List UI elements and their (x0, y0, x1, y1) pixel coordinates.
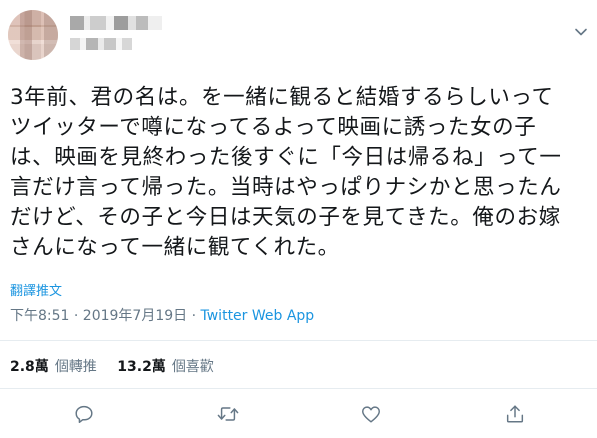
retweets-label: 個轉推 (54, 359, 97, 375)
tweet-text-line: ツイッターで噂になってるよって映画に誘った女の子 (10, 115, 537, 140)
tweet-actions (0, 400, 597, 430)
avatar[interactable] (8, 10, 58, 60)
heart-icon[interactable] (359, 402, 383, 426)
display-name-blurred[interactable] (70, 16, 162, 30)
tweet-stats: 2.8萬 個轉推 13.2萬 個喜歡 (10, 356, 230, 376)
tweet-timestamp[interactable]: 下午8:51 · 2019年7月19日 · (10, 308, 201, 324)
tweet-text-line: 言だけ言って帰った。当時はやっぱりナシかと思ったん (10, 175, 562, 200)
likes-count: 13.2萬 (117, 359, 166, 375)
reply-icon[interactable] (72, 402, 96, 426)
divider (0, 388, 597, 389)
share-icon[interactable] (503, 402, 527, 426)
retweet-icon[interactable] (216, 402, 240, 426)
likes-label: 個喜歡 (171, 359, 214, 375)
user-handle-blurred[interactable] (70, 38, 132, 50)
divider (0, 340, 597, 341)
tweet-meta: 下午8:51 · 2019年7月19日 · Twitter Web App (10, 305, 314, 325)
tweet-text: 3年前、君の名は。を一緒に観ると結婚するらしいって ツイッターで噂になってるよっ… (10, 83, 590, 263)
retweets-count: 2.8萬 (10, 359, 49, 375)
tweet-text-line: だけど、その子と今日は天気の子を見てきた。俺のお嫁 (10, 205, 561, 230)
tweet-source-link[interactable]: Twitter Web App (201, 308, 315, 324)
tweet-text-line: さんになって一緒に観てくれた。 (10, 235, 340, 260)
translate-tweet-link[interactable]: 翻譯推文 (10, 280, 62, 299)
likes-stat[interactable]: 13.2萬 個喜歡 (117, 359, 214, 375)
tweet-header (0, 0, 597, 68)
chevron-down-icon[interactable] (573, 24, 589, 40)
tweet-text-line: 3年前、君の名は。を一緒に観ると結婚するらしいって (10, 85, 554, 110)
tweet-text-line: は、映画を見終わった後すぐに「今日は帰るね」って一 (10, 145, 562, 170)
retweets-stat[interactable]: 2.8萬 個轉推 (10, 359, 97, 375)
